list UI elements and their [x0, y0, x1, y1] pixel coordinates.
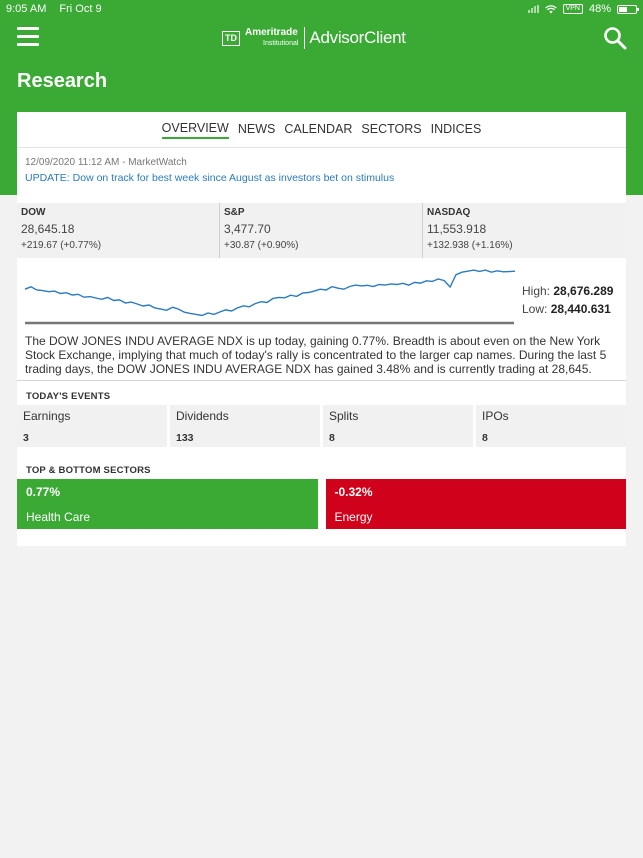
- td-logo-icon: TD: [222, 30, 240, 46]
- battery-icon: [617, 4, 639, 14]
- index-dow[interactable]: DOW 28,645.18 +219.67 (+0.77%): [17, 203, 220, 258]
- index-nasdaq[interactable]: NASDAQ 11,553.918 +132.938 (+1.16%): [423, 203, 626, 258]
- index-name: DOW: [21, 207, 46, 218]
- dow-price-line: [24, 269, 516, 317]
- brand-sub: Institutional: [263, 40, 299, 47]
- events-grid: Earnings 3 Dividends 133 Splits 8 IPOs 8: [17, 405, 626, 447]
- market-summary: The DOW JONES INDU AVERAGE NDX is up tod…: [25, 334, 607, 376]
- tab-sectors[interactable]: SECTORS: [361, 122, 421, 138]
- event-count: 133: [176, 432, 194, 444]
- tab-bar: OVERVIEW NEWS CALENDAR SECTORS INDICES: [17, 112, 626, 148]
- event-dividends[interactable]: Dividends 133: [170, 405, 320, 447]
- news-meta: 12/09/2020 11:12 AM - MarketWatch: [25, 157, 187, 168]
- todays-events-title: TODAY'S EVENTS: [26, 391, 111, 402]
- event-label: Dividends: [176, 409, 229, 423]
- sector-name: Health Care: [26, 510, 91, 524]
- product-name: AdvisorClient: [309, 28, 406, 47]
- signal-icon: [527, 5, 539, 13]
- sector-percent: 0.77%: [26, 485, 61, 499]
- chart-low: Low: 28,440.631: [522, 302, 611, 316]
- index-value: 28,645.18: [21, 222, 75, 236]
- index-name: NASDAQ: [427, 207, 471, 218]
- tab-calendar[interactable]: CALENDAR: [284, 122, 352, 138]
- news-headline-link[interactable]: UPDATE: Dow on track for best week since…: [25, 172, 618, 184]
- chart-plot: [24, 269, 516, 325]
- index-change: +132.938 (+1.16%): [427, 240, 513, 251]
- sector-name: Energy: [334, 510, 373, 524]
- event-count: 8: [482, 432, 488, 444]
- status-date: Fri Oct 9: [59, 3, 102, 15]
- status-time: 9:05 AM: [6, 3, 47, 15]
- event-count: 8: [329, 432, 335, 444]
- sector-percent: -0.32%: [334, 485, 373, 499]
- index-change: +219.67 (+0.77%): [21, 240, 102, 251]
- vpn-badge: VPN: [562, 4, 583, 14]
- bottom-sector-tile[interactable]: -0.32% Energy: [325, 479, 626, 529]
- wifi-icon: [544, 4, 557, 13]
- event-label: IPOs: [482, 409, 509, 423]
- logo-divider: [304, 27, 306, 49]
- index-name: S&P: [224, 207, 245, 218]
- status-bar: 9:05 AM Fri Oct 9 VPN 48%: [0, 0, 643, 18]
- search-icon[interactable]: [603, 26, 627, 50]
- tab-overview[interactable]: OVERVIEW: [161, 121, 229, 139]
- brand-name: Ameritrade: [245, 27, 298, 38]
- event-label: Earnings: [23, 409, 71, 423]
- event-count: 3: [23, 432, 29, 444]
- sectors-title: TOP & BOTTOM SECTORS: [26, 465, 151, 476]
- tab-news[interactable]: NEWS: [238, 122, 276, 138]
- event-label: Splits: [329, 409, 359, 423]
- index-sp[interactable]: S&P 3,477.70 +30.87 (+0.90%): [220, 203, 423, 258]
- dow-intraday-chart: High: 28,676.289 Low: 28,440.631: [17, 264, 626, 328]
- battery-percent: 48%: [588, 3, 611, 15]
- page-title: Research: [17, 70, 108, 92]
- research-card: OVERVIEW NEWS CALENDAR SECTORS INDICES 1…: [17, 112, 626, 546]
- chart-high: High: 28,676.289: [522, 284, 614, 298]
- index-value: 11,553.918: [427, 222, 487, 236]
- hamburger-menu-icon[interactable]: [17, 27, 39, 47]
- tab-indices[interactable]: INDICES: [431, 122, 482, 138]
- section-divider: [17, 380, 626, 381]
- event-ipos[interactable]: IPOs 8: [476, 405, 626, 447]
- app-logo: TD Ameritrade Institutional AdvisorClien…: [222, 26, 406, 50]
- event-splits[interactable]: Splits 8: [323, 405, 473, 447]
- event-earnings[interactable]: Earnings 3: [17, 405, 167, 447]
- news-item: 12/09/2020 11:12 AM - MarketWatch UPDATE…: [17, 148, 626, 200]
- sectors-grid: 0.77% Health Care -0.32% Energy: [17, 479, 626, 529]
- index-strip: DOW 28,645.18 +219.67 (+0.77%) S&P 3,477…: [17, 203, 626, 258]
- top-sector-tile[interactable]: 0.77% Health Care: [17, 479, 318, 529]
- index-value: 3,477.70: [224, 222, 271, 236]
- index-change: +30.87 (+0.90%): [224, 240, 299, 251]
